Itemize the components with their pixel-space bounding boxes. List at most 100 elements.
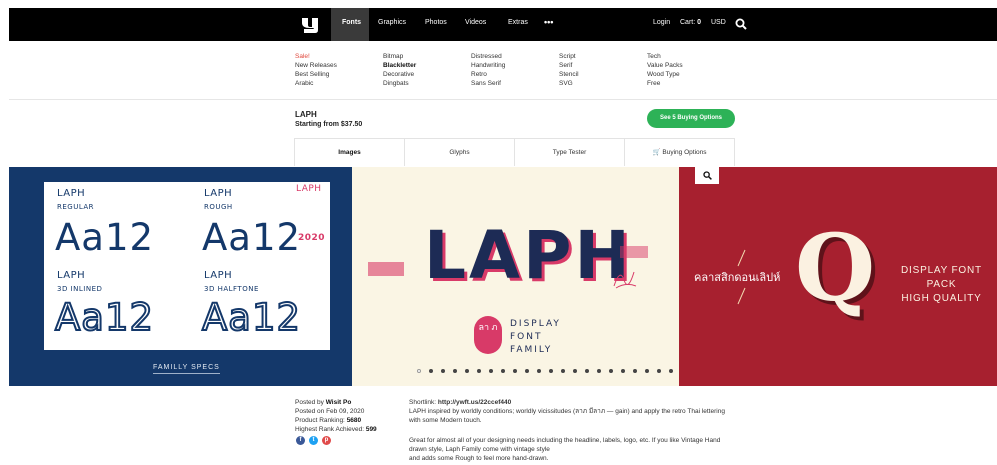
carousel-dot[interactable] (465, 369, 469, 373)
cart-link[interactable]: Cart: 0 (680, 19, 701, 26)
category-best-selling[interactable]: Best Selling (295, 70, 329, 79)
carousel-dot[interactable] (453, 369, 457, 373)
style-label-regular: REGULAR (57, 203, 95, 211)
font-line: FONT (510, 332, 543, 342)
carousel-dot[interactable] (585, 369, 589, 373)
tab-images[interactable]: Images (295, 139, 405, 166)
carousel-dot[interactable] (417, 369, 421, 373)
sample-3d-inlined: Aa12 (54, 296, 155, 339)
display-font-family-text: DISPLAY FONT FAMILY (510, 318, 561, 357)
fine-print-block (620, 246, 648, 258)
tab-buying-options-label: Buying Options (662, 149, 707, 156)
tab-type-tester[interactable]: Type Tester (515, 139, 625, 166)
display-line: DISPLAY (510, 319, 561, 329)
category-free[interactable]: Free (647, 79, 660, 88)
category-bitmap[interactable]: Bitmap (383, 52, 403, 61)
category-arabic[interactable]: Arabic (295, 79, 313, 88)
carousel-dot[interactable] (549, 369, 553, 373)
category-wood-type[interactable]: Wood Type (647, 70, 680, 79)
cart-icon: 🛒 (652, 149, 661, 156)
zoom-button[interactable] (695, 167, 719, 184)
category-distressed[interactable]: Distressed (471, 52, 502, 61)
category-dingbats[interactable]: Dingbats (383, 79, 409, 88)
style-label-3d-inlined: 3D INLINED (57, 285, 103, 293)
style-name-regular: LAPH (57, 188, 86, 199)
pinterest-icon[interactable]: p (322, 436, 331, 445)
twitter-icon[interactable]: t (309, 436, 318, 445)
pink-laph-mini: LAPH (296, 184, 322, 194)
sample-3d-halftone: Aa12 (201, 296, 302, 339)
nav-fonts[interactable]: Fonts (342, 19, 361, 26)
pink-year: 2020 (298, 233, 326, 243)
nav-extras[interactable]: Extras (508, 19, 528, 26)
carousel-dot[interactable] (597, 369, 601, 373)
currency-selector[interactable]: USD (711, 19, 726, 26)
posted-by-label: Posted by (295, 399, 324, 406)
category-script[interactable]: Script (559, 52, 576, 61)
category-stencil[interactable]: Stencil (559, 70, 579, 79)
shortlink-label: Shortlink: (409, 399, 437, 406)
facebook-icon[interactable]: f (296, 436, 305, 445)
category-tech[interactable]: Tech (647, 52, 661, 61)
shortlink-url[interactable]: http://ywft.us/22ccef440 (438, 399, 511, 406)
carousel-dot[interactable] (645, 369, 649, 373)
tab-buying-options[interactable]: 🛒 Buying Options (625, 139, 734, 166)
carousel-dot[interactable] (513, 369, 517, 373)
category-sans-serif[interactable]: Sans Serif (471, 79, 501, 88)
product-title: LAPH (295, 110, 317, 119)
nav-photos[interactable]: Photos (425, 19, 447, 26)
carousel-dot[interactable] (525, 369, 529, 373)
magnify-icon (703, 171, 712, 180)
style-name-3d-inlined: LAPH (57, 270, 86, 281)
shortlink: Shortlink: http://ywft.us/22ccef440 (409, 398, 511, 407)
divider (9, 99, 997, 100)
description-line-3: Great for almost all of your designing n… (409, 437, 721, 444)
category-decorative[interactable]: Decorative (383, 70, 414, 79)
category-new-releases[interactable]: New Releases (295, 61, 337, 70)
carousel-dot[interactable] (429, 369, 433, 373)
nav-videos[interactable]: Videos (465, 19, 486, 26)
category-value-packs[interactable]: Value Packs (647, 61, 683, 70)
description-line-5: and adds some Rough to feel more hand-dr… (409, 455, 549, 462)
carousel-dot[interactable] (669, 369, 673, 373)
ranking-label: Product Ranking: (295, 417, 345, 424)
carousel-dot[interactable] (561, 369, 565, 373)
tab-glyphs[interactable]: Glyphs (405, 139, 515, 166)
cart-label: Cart: (680, 19, 696, 26)
carousel-dot[interactable] (537, 369, 541, 373)
site-logo-icon[interactable] (301, 17, 319, 34)
display-pack-text: DISPLAY FONT PACK HIGH QUALITY (886, 264, 997, 306)
description-line-2: with some Modern touch. (409, 417, 482, 424)
pack-line-2: HIGH QUALITY (901, 293, 982, 304)
ranking-value: 5680 (346, 417, 362, 424)
buying-options-button[interactable]: See 5 Buying Options (647, 109, 735, 128)
carousel-dot[interactable] (657, 369, 661, 373)
sample-rough: Aa12 (202, 216, 302, 259)
carousel-dot[interactable] (489, 369, 493, 373)
style-label-rough: ROUGH (204, 203, 233, 211)
carousel-dot[interactable] (633, 369, 637, 373)
product-ranking: Product Ranking: 5680 (295, 416, 361, 425)
category-svg[interactable]: SVG (559, 79, 573, 88)
carousel-dot[interactable] (573, 369, 577, 373)
carousel-dot[interactable] (609, 369, 613, 373)
carousel-dots[interactable] (417, 369, 685, 373)
carousel-dot[interactable] (477, 369, 481, 373)
nav-more-icon[interactable]: ••• (544, 17, 553, 27)
cart-count: 0 (697, 19, 702, 26)
carousel-dot[interactable] (441, 369, 445, 373)
category-sale[interactable]: Sale! (295, 52, 310, 61)
carousel-dot[interactable] (621, 369, 625, 373)
nav-graphics[interactable]: Graphics (378, 19, 406, 26)
category-retro[interactable]: Retro (471, 70, 487, 79)
category-blackletter[interactable]: Blackletter (383, 61, 416, 70)
posted-on: Posted on Feb 09, 2020 (295, 408, 365, 415)
author-link[interactable]: Wisit Po (326, 399, 352, 406)
category-handwriting[interactable]: Handwriting (471, 61, 505, 70)
search-icon[interactable] (735, 18, 747, 30)
sample-regular: Aa12 (55, 216, 155, 259)
carousel-dot[interactable] (501, 369, 505, 373)
category-serif[interactable]: Serif (559, 61, 572, 70)
thai-heading: คลาสสิกดอนเลิปห์ (694, 272, 781, 284)
login-link[interactable]: Login (653, 19, 670, 26)
